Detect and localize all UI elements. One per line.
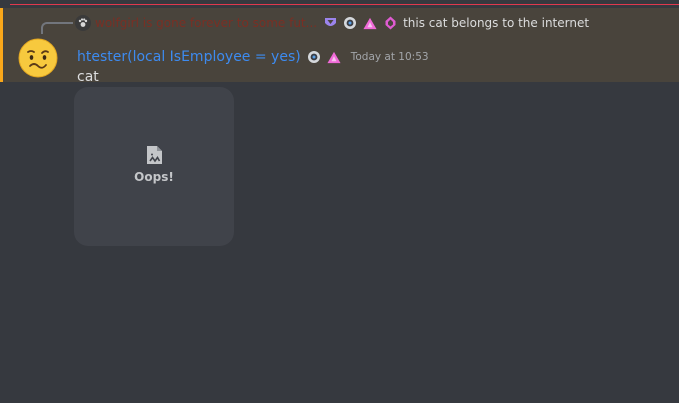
reply-avatar[interactable] [75,15,91,31]
reply-text[interactable]: this cat belongs to the internet [403,16,589,30]
triangle-badge-icon[interactable] [363,16,377,30]
nitro-badge-icon[interactable] [323,16,337,30]
message-content: cat [77,69,99,85]
attachment-error-card[interactable]: Oops! [74,87,234,246]
broken-file-icon [147,145,162,164]
hypesquad-badge-icon[interactable] [343,16,357,30]
hypesquad-badge-icon[interactable] [307,50,321,64]
reply-preview[interactable]: wolfgirl is gone forever to some fut... [75,14,589,32]
reply-author[interactable]: wolfgirl is gone forever to some fut... [95,16,317,30]
message-header: htester(local IsEmployee = yes) Today at… [77,47,429,67]
message-timestamp[interactable]: Today at 10:53 [351,51,429,63]
user-avatar-woozy-face-icon[interactable] [18,38,58,78]
message-author[interactable]: htester(local IsEmployee = yes) [77,49,301,65]
attachment-error-label: Oops! [134,169,174,184]
reply-spine [41,22,73,34]
paw-icon [78,18,88,27]
gem-badge-icon[interactable] [383,16,397,30]
message-item[interactable]: wolfgirl is gone forever to some fut... [0,8,679,85]
triangle-badge-icon[interactable] [327,50,341,64]
new-messages-divider [10,4,679,5]
